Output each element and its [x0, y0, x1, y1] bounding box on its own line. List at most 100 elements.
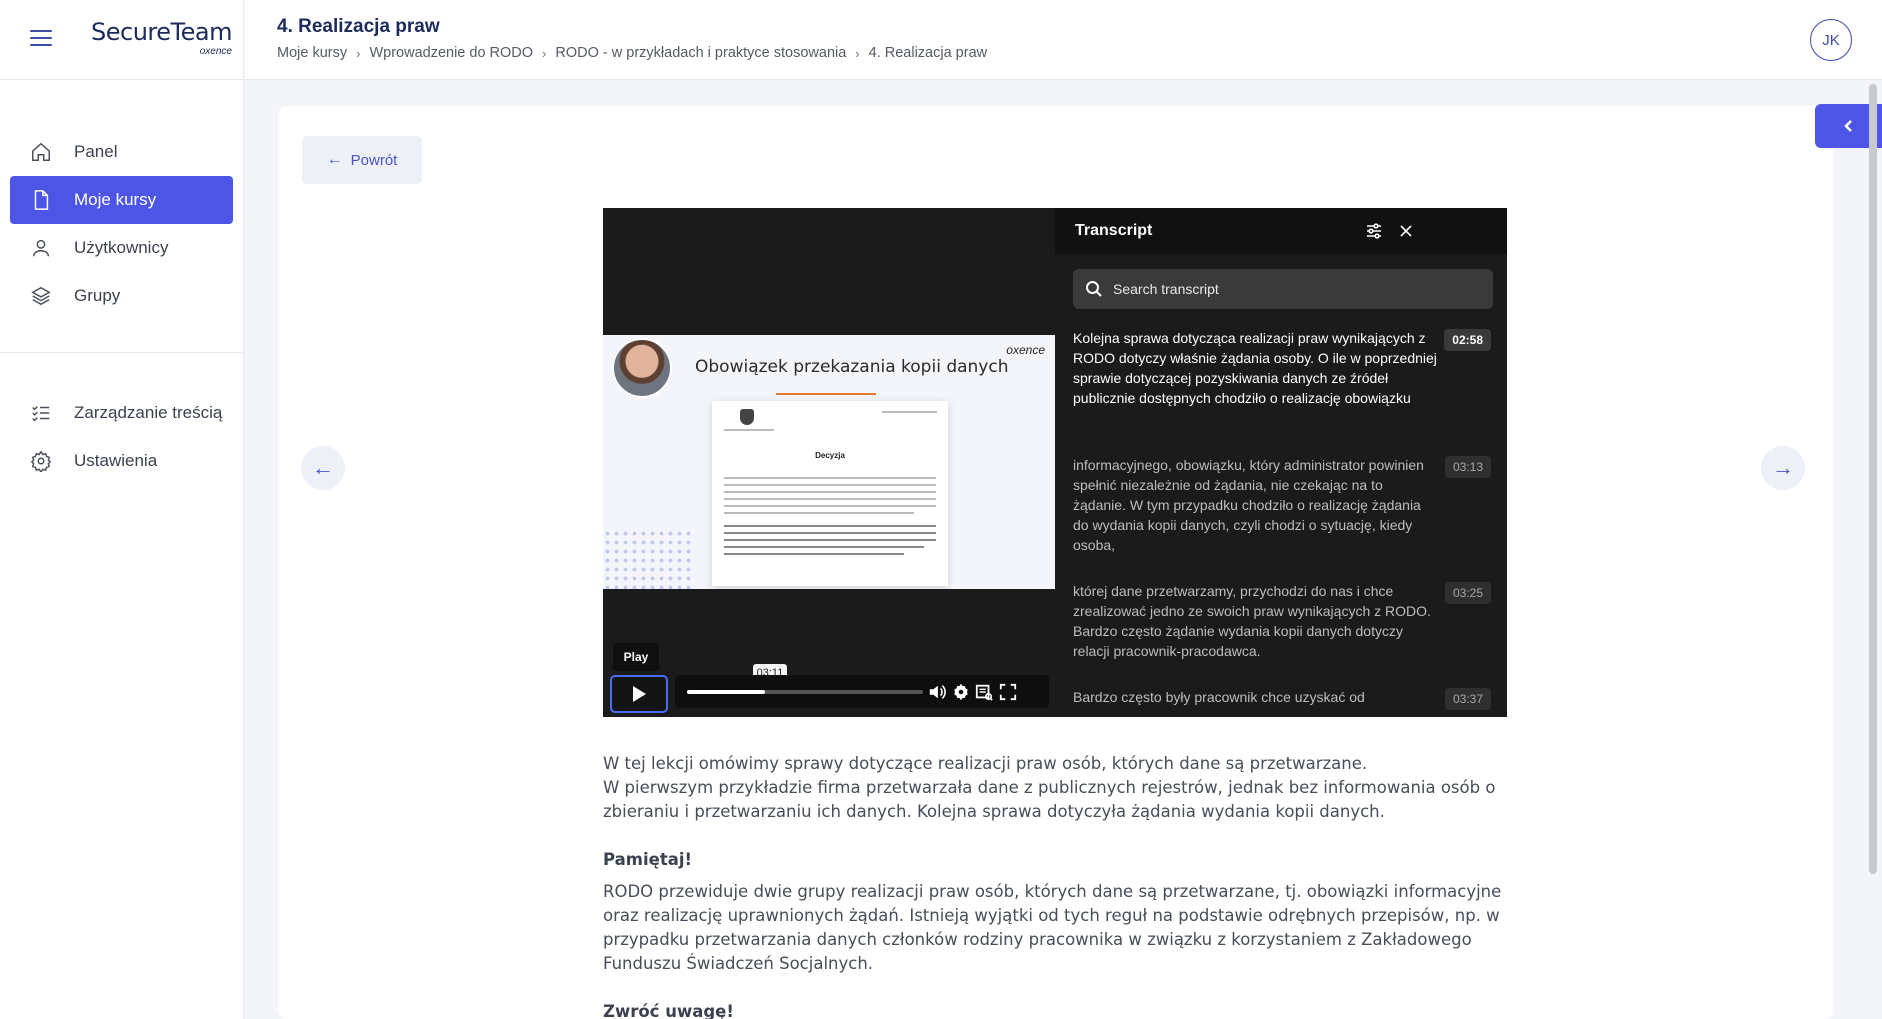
home-icon: [32, 142, 50, 161]
presenter-photo: [612, 338, 672, 398]
doc-line: [882, 411, 937, 413]
breadcrumb-item-current: 4. Realizacja praw: [868, 45, 988, 61]
transcript-text: Kolejna sprawa dotycząca realizacji praw…: [1073, 330, 1437, 406]
lesson-description: W tej lekcji omówimy sprawy dotyczące re…: [603, 752, 1503, 1019]
slide-brand: oxence: [1006, 343, 1045, 357]
arrow-left-icon: ←: [312, 455, 334, 480]
breadcrumb-item[interactable]: Moje kursy: [277, 45, 347, 61]
sidebar-item-grupy[interactable]: Grupy: [10, 272, 233, 320]
menu-icon[interactable]: [30, 30, 52, 48]
document-title: Decyzja: [815, 451, 845, 460]
sidebar-item-ustawienia[interactable]: Ustawienia: [10, 437, 233, 485]
transcript-timestamp[interactable]: 03:37: [1444, 688, 1491, 710]
transcript-text: informacyjnego, obowiązku, który adminis…: [1073, 457, 1424, 553]
back-label: Powrót: [350, 151, 398, 169]
transcript-panel: Transcript Kolejna sprawa dotycząca real…: [1055, 208, 1507, 717]
doc-line: [724, 429, 774, 431]
transcript-timestamp[interactable]: 02:58: [1444, 329, 1491, 351]
document-image: Decyzja: [712, 401, 948, 586]
video-frame: Obowiązek przekazania kopii danych oxenc…: [603, 335, 1055, 589]
breadcrumb-item[interactable]: Wprowadzenie do RODO: [369, 45, 533, 61]
sidebar-nav-secondary: Zarządzanie treścią Ustawienia: [0, 389, 243, 485]
back-button[interactable]: ← Powrót: [302, 136, 422, 184]
video-controls: [675, 675, 1049, 708]
transcript-text: której dane przetwarzamy, przychodzi do …: [1073, 583, 1431, 659]
transcript-timestamp[interactable]: 03:13: [1444, 456, 1491, 478]
previous-lesson-button[interactable]: ←: [301, 446, 345, 490]
logo[interactable]: SecureTeam oxence: [91, 18, 232, 57]
doc-line: [724, 553, 904, 555]
logo-subtext: oxence: [199, 46, 232, 57]
arrow-right-icon: →: [1772, 455, 1794, 480]
sliders-icon[interactable]: [1365, 222, 1383, 240]
sidebar: SecureTeam oxence Panel Moje kursy Użytk…: [0, 0, 244, 1019]
progress-fill: [687, 690, 765, 694]
doc-line: [724, 498, 936, 500]
chevron-right-icon: ›: [356, 45, 361, 61]
transcript-timestamp[interactable]: 03:25: [1444, 582, 1491, 604]
sidebar-item-label: Użytkownicy: [74, 238, 169, 257]
slide-underline: [776, 393, 876, 395]
sidebar-item-zarzadzanie-trescia[interactable]: Zarządzanie treścią: [10, 389, 233, 437]
breadcrumb: Moje kursy › Wprowadzenie do RODO › RODO…: [277, 45, 987, 61]
fullscreen-icon[interactable]: [998, 682, 1018, 702]
section-heading-note: Zwróć uwagę!: [603, 1002, 734, 1019]
doc-line: [724, 539, 936, 541]
section-heading-remember: Pamiętaj!: [603, 850, 693, 869]
sidebar-item-moje-kursy[interactable]: Moje kursy: [10, 176, 233, 224]
close-icon[interactable]: [1397, 222, 1415, 240]
page-title: 4. Realizacja praw: [277, 16, 440, 37]
play-button[interactable]: [610, 675, 668, 713]
decorative-dots: [603, 529, 693, 589]
next-lesson-button[interactable]: →: [1761, 446, 1805, 490]
top-header: 4. Realizacja praw Moje kursy › Wprowadz…: [245, 0, 1882, 80]
transcript-entry[interactable]: informacyjnego, obowiązku, który adminis…: [1073, 455, 1503, 555]
arrow-left-icon: ←: [326, 151, 343, 168]
sidebar-nav: Panel Moje kursy Użytkownicy Grupy: [0, 80, 243, 320]
search-icon: [1086, 281, 1102, 297]
doc-line: [724, 477, 936, 479]
scrollbar[interactable]: [1869, 84, 1877, 874]
doc-line: [724, 491, 936, 493]
sidebar-item-panel[interactable]: Panel: [10, 128, 233, 176]
doc-line: [724, 505, 936, 507]
transcript-entry[interactable]: której dane przetwarzamy, przychodzi do …: [1073, 581, 1503, 661]
intro-line-1: W tej lekcji omówimy sprawy dotyczące re…: [603, 754, 1368, 773]
breadcrumb-item[interactable]: RODO - w przykładach i praktyce stosowan…: [555, 45, 846, 61]
emblem-icon: [740, 409, 754, 425]
video-area[interactable]: Obowiązek przekazania kopii danych oxenc…: [603, 208, 1055, 717]
transcript-entry[interactable]: Bardzo często były pracownik chce uzyska…: [1073, 687, 1503, 710]
doc-line: [724, 532, 936, 534]
section-paragraph: RODO przewiduje dwie grupy realizacji pr…: [603, 882, 1502, 973]
settings-icon[interactable]: [951, 682, 971, 702]
doc-line: [724, 512, 914, 514]
doc-line: [724, 546, 924, 548]
sidebar-item-label: Panel: [74, 142, 118, 161]
logo-text: SecureTeam: [91, 18, 232, 46]
avatar[interactable]: JK: [1810, 19, 1852, 61]
sidebar-item-label: Grupy: [74, 286, 121, 305]
search-input[interactable]: [1113, 281, 1473, 297]
doc-line: [724, 484, 936, 486]
chevron-right-icon: ›: [542, 45, 547, 61]
transcript-search: [1073, 269, 1493, 309]
sidebar-item-uzytkownicy[interactable]: Użytkownicy: [10, 224, 233, 272]
transcript-entry[interactable]: Kolejna sprawa dotycząca realizacji praw…: [1073, 328, 1503, 408]
sidebar-item-label: Zarządzanie treścią: [74, 403, 223, 422]
document-icon: [34, 190, 49, 210]
transcript-text: Bardzo często były pracownik chce uzyska…: [1073, 689, 1365, 705]
sidebar-item-label: Ustawienia: [74, 451, 158, 470]
sidebar-item-label: Moje kursy: [74, 190, 157, 209]
video-player: Obowiązek przekazania kopii danych oxenc…: [603, 208, 1507, 717]
chevron-right-icon: ›: [855, 45, 860, 61]
transcript-title: Transcript: [1075, 222, 1153, 239]
volume-icon[interactable]: [927, 682, 947, 702]
doc-line: [724, 525, 936, 527]
chevron-left-icon: [1843, 120, 1852, 132]
play-icon: [633, 686, 646, 702]
sidebar-header: SecureTeam oxence: [0, 0, 243, 80]
transcript-icon[interactable]: [974, 682, 994, 702]
gear-icon: [30, 450, 52, 472]
layers-icon: [31, 286, 51, 306]
progress-bar[interactable]: [687, 690, 923, 694]
